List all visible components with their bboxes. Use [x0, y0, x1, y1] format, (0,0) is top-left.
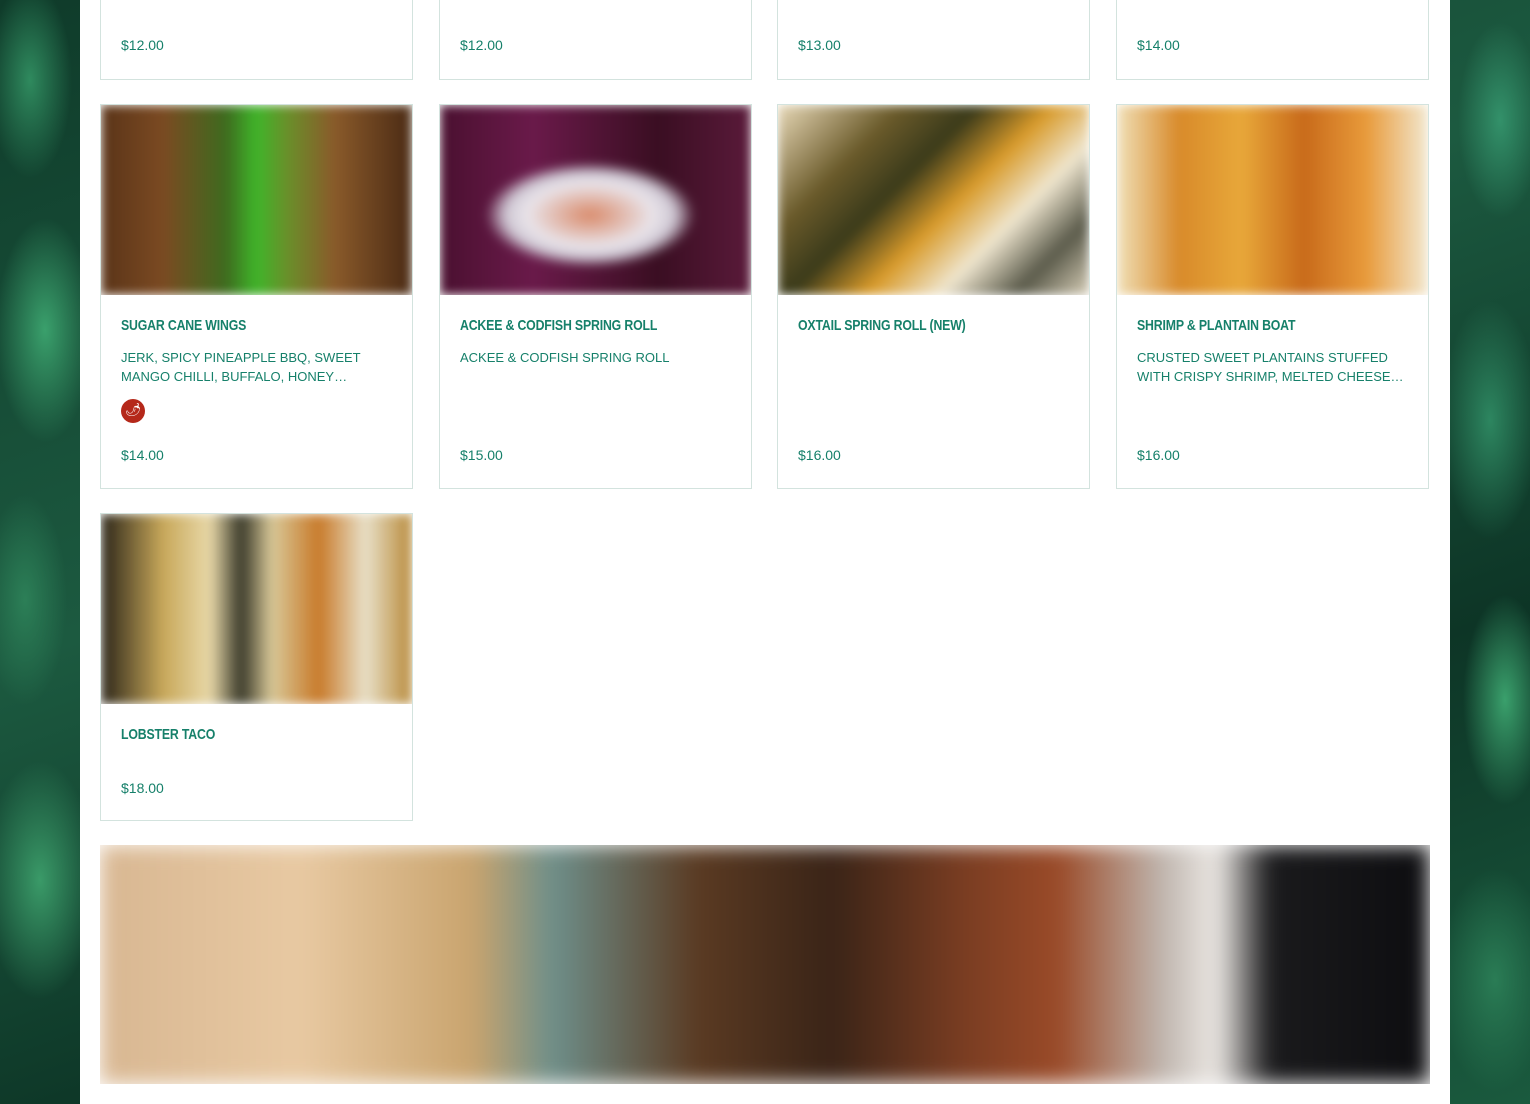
chili-pepper-icon: 🌶: [121, 399, 145, 423]
banner-image: [100, 845, 1430, 1084]
item-price: $18.00: [121, 780, 164, 796]
menu-item-card[interactable]: SHRIMP & PLANTAIN BOAT CRUSTED SWEET PLA…: [1116, 104, 1429, 489]
item-photo: [101, 514, 412, 704]
menu-item-card[interactable]: $12.00: [439, 0, 752, 80]
item-price: $12.00: [460, 37, 503, 53]
menu-item-card[interactable]: OXTAIL SPRING ROLL (NEW) $16.00: [777, 104, 1090, 489]
item-photo: [1117, 105, 1428, 295]
item-price: $14.00: [121, 447, 164, 463]
item-price: $15.00: [460, 447, 503, 463]
item-name: SHRIMP & PLANTAIN BOAT: [1137, 317, 1296, 334]
item-photo: [101, 105, 412, 295]
item-description: CRUSTED SWEET PLANTAINS STUFFED WITH CRI…: [1137, 350, 1404, 384]
item-name: ACKEE & CODFISH SPRING ROLL: [460, 317, 658, 334]
item-photo: [440, 105, 751, 295]
item-description: ACKEE & CODFISH SPRING ROLL: [460, 350, 670, 365]
menu-item-card[interactable]: $12.00: [100, 0, 413, 80]
menu-item-card[interactable]: SUGAR CANE WINGS JERK, SPICY PINEAPPLE B…: [100, 104, 413, 489]
item-price: $16.00: [1137, 447, 1180, 463]
item-price: $16.00: [798, 447, 841, 463]
item-price: $14.00: [1137, 37, 1180, 53]
item-price: $13.00: [798, 37, 841, 53]
item-photo: [778, 105, 1089, 295]
item-price: $12.00: [121, 37, 164, 53]
item-name: OXTAIL SPRING ROLL (NEW): [798, 317, 966, 334]
menu-item-card[interactable]: LOBSTER TACO $18.00: [100, 513, 413, 821]
menu-item-card[interactable]: $13.00: [777, 0, 1090, 80]
menu-item-card[interactable]: ACKEE & CODFISH SPRING ROLL ACKEE & CODF…: [439, 104, 752, 489]
item-name: SUGAR CANE WINGS: [121, 317, 247, 334]
item-description: JERK, SPICY PINEAPPLE BBQ, SWEET MANGO C…: [121, 350, 361, 384]
menu-item-card[interactable]: $14.00: [1116, 0, 1429, 80]
item-name: LOBSTER TACO: [121, 726, 216, 743]
